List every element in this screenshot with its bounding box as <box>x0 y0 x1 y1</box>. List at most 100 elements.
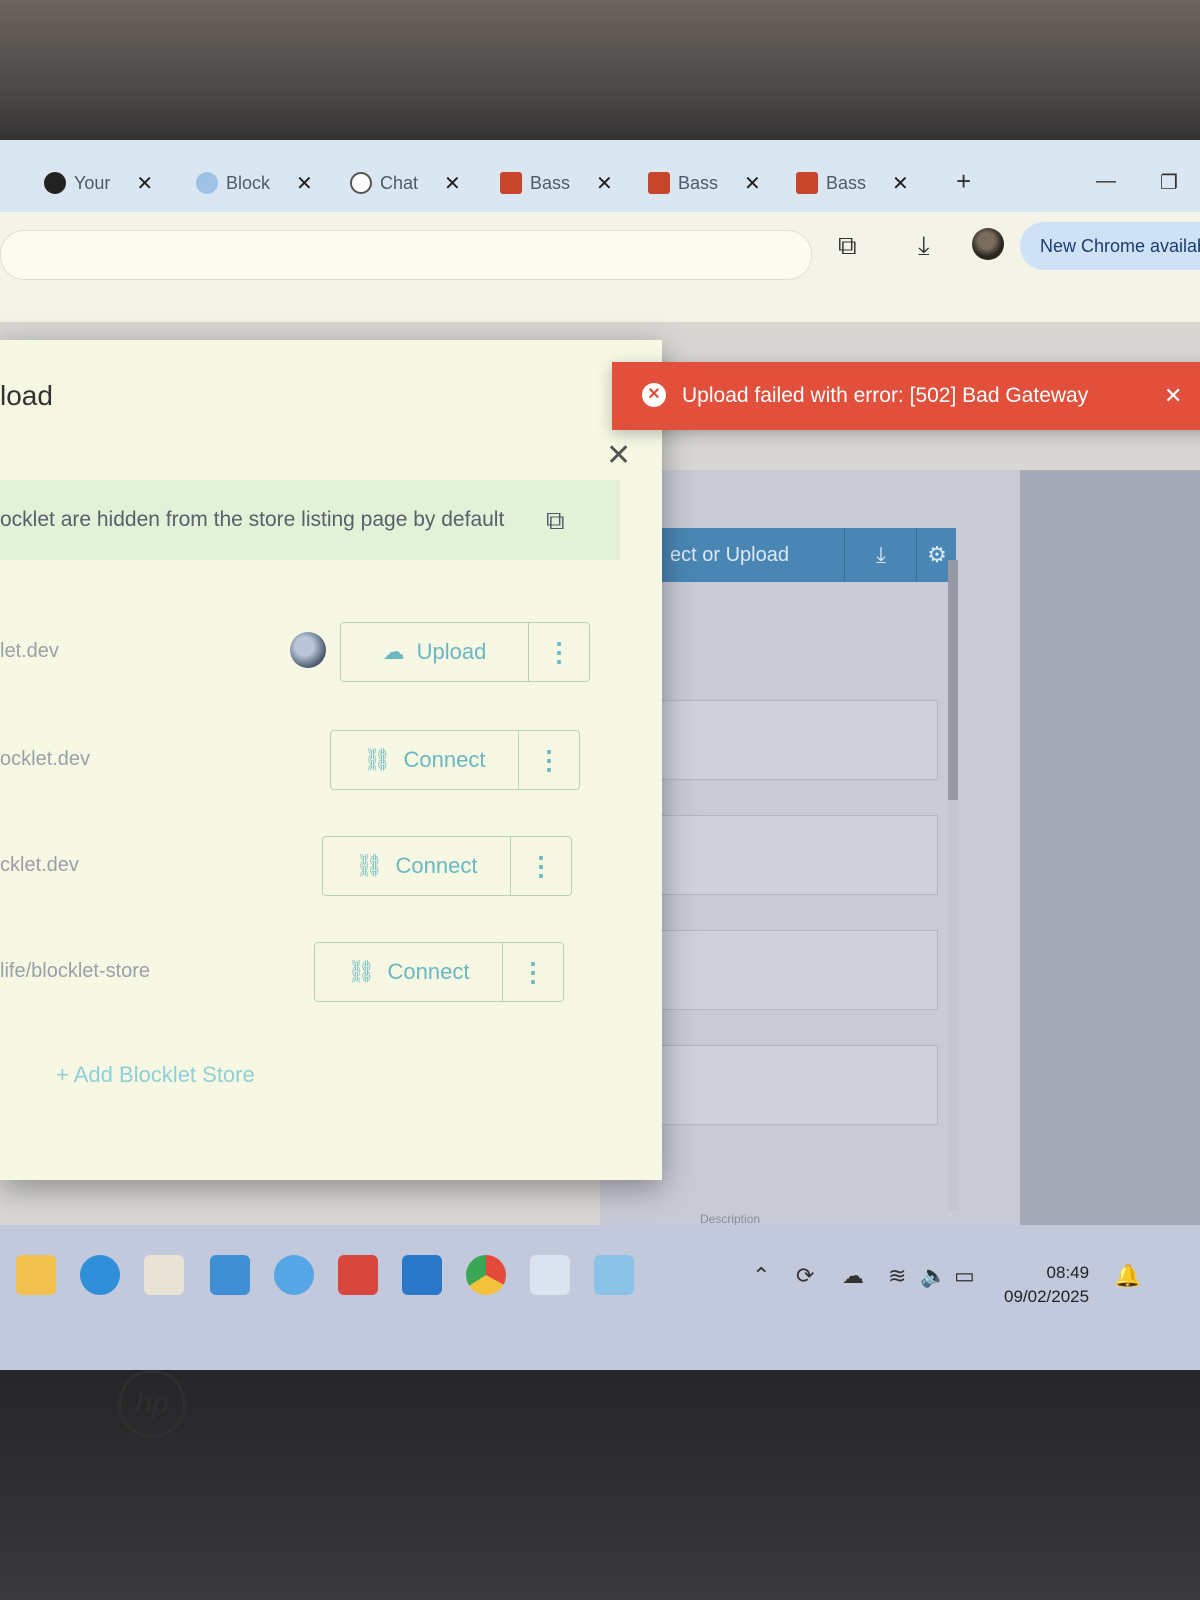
close-icon[interactable]: ✕ <box>1164 362 1182 430</box>
info-banner: ocklet are hidden from the store listing… <box>0 480 620 560</box>
store-row: life/blocklet-store ⛓ Connect ⋮ <box>0 942 600 1002</box>
add-blocklet-store-link[interactable]: + Add Blocklet Store <box>56 1062 255 1088</box>
background-card <box>640 1045 938 1125</box>
mcafee-icon[interactable] <box>338 1255 378 1295</box>
link-icon: ⛓ <box>355 853 384 878</box>
external-link-icon[interactable]: ⧉ <box>546 480 565 560</box>
wifi-icon[interactable]: ≋ <box>888 1263 906 1289</box>
description-label: Description <box>700 1212 761 1226</box>
connect-label: Connect <box>403 747 486 772</box>
system-clock[interactable]: 08:49 09/02/2025 <box>1004 1261 1089 1309</box>
select-upload-header: ect or Upload ⤓ ⚙ <box>660 528 956 582</box>
clock-time: 08:49 <box>1046 1263 1090 1282</box>
chrome-icon[interactable] <box>466 1255 506 1295</box>
store-row: ocklet.dev ⛓ Connect ⋮ <box>0 730 600 790</box>
dialog-title: load <box>0 380 53 411</box>
store-host: cklet.dev <box>0 854 79 876</box>
notepad-icon[interactable] <box>594 1255 634 1295</box>
close-icon[interactable]: ✕ <box>296 171 313 196</box>
store-row: let.dev ☁ Upload ⋮ <box>0 622 600 682</box>
taskbar: ⌃ ⟳ ☁ ≋ 🔈 ▭ 08:49 09/02/2025 🔔 <box>0 1225 1200 1370</box>
github-icon <box>44 172 66 194</box>
rm-icon <box>648 172 670 194</box>
download-icon[interactable]: ⤓ <box>918 230 930 262</box>
more-options-button[interactable]: ⋮ <box>503 943 563 1001</box>
sync-icon[interactable]: ⟳ <box>796 1263 814 1289</box>
openai-icon <box>350 172 372 194</box>
store-host: ocklet.dev <box>0 748 91 770</box>
upload-label: Upload <box>416 639 487 664</box>
minimize-icon[interactable]: — <box>1096 170 1116 193</box>
rm-icon <box>796 172 818 194</box>
cloud-upload-icon: ☁ <box>382 639 405 664</box>
close-icon[interactable]: ✕ <box>444 171 461 196</box>
more-options-button[interactable]: ⋮ <box>529 623 589 681</box>
photos-icon[interactable] <box>530 1255 570 1295</box>
tab-label: Chat <box>380 172 419 193</box>
extensions-icon[interactable]: ⧉ <box>838 230 857 262</box>
connect-label: Connect <box>387 959 470 984</box>
transfer-icon[interactable] <box>210 1255 250 1295</box>
tab-label: Bass <box>678 172 719 193</box>
upload-button[interactable]: ☁ Upload <box>341 623 529 681</box>
address-bar[interactable] <box>0 230 812 280</box>
more-options-button[interactable]: ⋮ <box>519 731 579 789</box>
more-options-button[interactable]: ⋮ <box>511 837 571 895</box>
toast-message: Upload failed with error: [502] Bad Gate… <box>682 384 1089 407</box>
edge-icon[interactable] <box>80 1255 120 1295</box>
background-card <box>640 930 938 1010</box>
error-icon: ✕ <box>642 383 666 407</box>
file-explorer-icon[interactable] <box>16 1255 56 1295</box>
hp-logo: hp <box>118 1370 186 1438</box>
chrome-update-pill[interactable]: New Chrome availab <box>1020 222 1200 270</box>
help-icon[interactable] <box>274 1255 314 1295</box>
download-icon[interactable]: ⤓ <box>844 528 917 582</box>
close-icon[interactable]: ✕ <box>596 171 613 196</box>
tab-bass-3[interactable]: Bass ✕ <box>796 168 909 198</box>
outlook-icon[interactable] <box>402 1255 442 1295</box>
connect-label: Connect <box>395 853 478 878</box>
tab-label: Block <box>226 172 271 193</box>
tab-blocklet[interactable]: Block ✕ <box>196 168 313 198</box>
volume-icon[interactable]: 🔈 <box>920 1263 947 1289</box>
connect-button-group: ⛓ Connect ⋮ <box>330 730 580 790</box>
scrollbar-thumb[interactable] <box>948 560 958 800</box>
connect-button-group: ⛓ Connect ⋮ <box>314 942 564 1002</box>
clock-date: 09/02/2025 <box>1004 1287 1090 1306</box>
new-tab-button[interactable]: + <box>956 166 971 197</box>
background-card <box>640 815 938 895</box>
profile-avatar[interactable] <box>972 228 1004 260</box>
connect-button-group: ⛓ Connect ⋮ <box>322 836 572 896</box>
cloud-icon[interactable]: ☁ <box>842 1263 864 1289</box>
panel-header-label: ect or Upload <box>670 544 789 566</box>
link-icon: ⛓ <box>363 747 392 772</box>
notification-bell-icon[interactable]: 🔔 <box>1114 1263 1141 1289</box>
store-host: let.dev <box>0 640 59 662</box>
tab-label: Your <box>74 172 111 193</box>
battery-icon[interactable]: ▭ <box>954 1263 975 1289</box>
close-icon[interactable]: ✕ <box>136 171 153 196</box>
upload-dialog: load ✕ ocklet are hidden from the store … <box>0 340 662 1180</box>
tab-label: Bass <box>826 172 867 193</box>
tab-label: Bass <box>530 172 571 193</box>
rm-icon <box>500 172 522 194</box>
link-icon: ⛓ <box>347 959 376 984</box>
connect-button[interactable]: ⛓ Connect <box>323 837 511 895</box>
connect-button[interactable]: ⛓ Connect <box>315 943 503 1001</box>
store-icon[interactable] <box>144 1255 184 1295</box>
right-sidebar <box>1020 470 1200 1350</box>
chevron-up-icon[interactable]: ⌃ <box>752 1263 770 1289</box>
scrollbar[interactable] <box>948 560 958 1210</box>
close-icon[interactable]: ✕ <box>606 438 631 473</box>
close-icon[interactable]: ✕ <box>744 171 761 196</box>
tab-bass-2[interactable]: Bass ✕ <box>648 168 761 198</box>
store-host: life/blocklet-store <box>0 960 151 982</box>
close-icon[interactable]: ✕ <box>892 171 909 196</box>
blocklet-icon <box>196 172 218 194</box>
tab-bass-1[interactable]: Bass ✕ <box>500 168 613 198</box>
connect-button[interactable]: ⛓ Connect <box>331 731 519 789</box>
tab-chat[interactable]: Chat ✕ <box>350 168 461 198</box>
tab-github[interactable]: Your ✕ <box>44 168 153 198</box>
error-toast: ✕ Upload failed with error: [502] Bad Ga… <box>612 362 1200 430</box>
restore-icon[interactable]: ❐ <box>1160 170 1178 195</box>
